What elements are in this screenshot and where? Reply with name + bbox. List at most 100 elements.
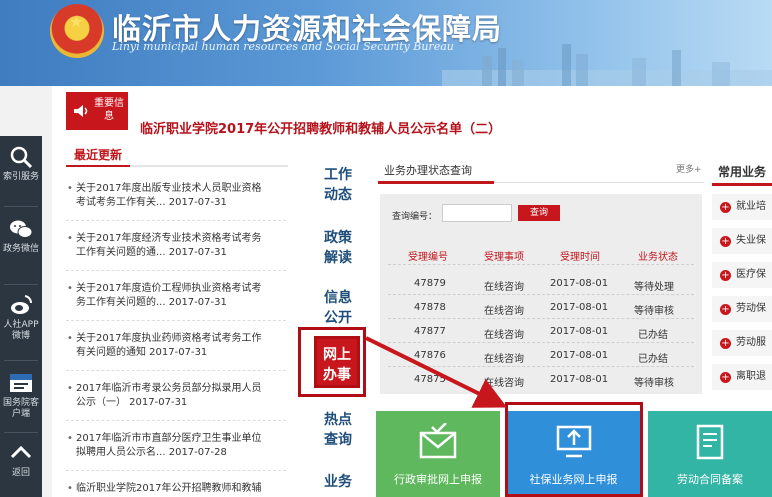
news-line: 2017年临沂市考录公务员部分拟录用人员 bbox=[76, 383, 262, 394]
sidebar-item-back[interactable]: 返回 bbox=[0, 434, 42, 497]
divider bbox=[388, 318, 694, 319]
category-disclosure[interactable]: 信息公开 bbox=[310, 288, 366, 328]
table-cell: 2017-08-01 bbox=[550, 278, 609, 289]
important-notice-badge[interactable]: 重要信息 bbox=[66, 92, 128, 130]
weibo-icon bbox=[11, 295, 33, 314]
list-item[interactable]: 关于2017年度出版专业技术人员职业资格 考试考务工作有关... 2017-07… bbox=[66, 182, 286, 210]
list-item[interactable]: 临沂职业学院2017年公开招聘教师和教辅 bbox=[66, 482, 286, 496]
table-cell: 在线咨询 bbox=[484, 330, 524, 341]
query-button[interactable]: 查询 bbox=[518, 205, 560, 221]
divider bbox=[66, 220, 286, 221]
news-line: 拟聘用人员公示名... 2017-07-28 bbox=[76, 447, 227, 458]
column-header: 业务状态 bbox=[638, 252, 678, 263]
column-header: 受理时间 bbox=[560, 252, 600, 263]
list-item[interactable]: 关于2017年度执业药师资格考试考务工作 有关问题的通知 2017-07-31 bbox=[66, 332, 286, 360]
divider bbox=[388, 366, 694, 367]
list-item[interactable]: 2017年临沂市市直部分医疗卫生事业单位 拟聘用人员公示名... 2017-07… bbox=[66, 432, 286, 460]
sidebar-item-label: 索引服务 bbox=[2, 172, 39, 182]
plus-icon: + bbox=[720, 372, 731, 383]
category-label: 业务 bbox=[324, 474, 352, 490]
table-cell: 47878 bbox=[414, 302, 446, 313]
plus-icon: + bbox=[720, 304, 731, 315]
divider bbox=[4, 206, 38, 207]
sidebar-item-weibo[interactable]: 人社APP微博 bbox=[0, 286, 42, 350]
table-cell: 2017-08-01 bbox=[550, 302, 609, 313]
category-label: 工作动态 bbox=[324, 167, 352, 203]
table-cell: 在线咨询 bbox=[484, 378, 524, 389]
service-link[interactable]: + 失业保 bbox=[712, 228, 772, 254]
service-link[interactable]: + 医疗保 bbox=[712, 262, 772, 288]
service-label: 医疗保 bbox=[736, 269, 766, 280]
page-root: ★ 临沂市人力资源和社会保障局 Linyi municipal human re… bbox=[0, 0, 772, 497]
table-cell: 47877 bbox=[414, 326, 446, 337]
divider bbox=[4, 360, 38, 361]
list-item[interactable]: 2017年临沂市考录公务员部分拟录用人员 公示（一） 2017-07-31 bbox=[66, 382, 286, 410]
national-emblem-icon: ★ bbox=[50, 4, 104, 58]
tile-label: 劳动合同备案 bbox=[677, 473, 743, 486]
news-line: 务工作有关问题的... 2017-07-31 bbox=[76, 297, 227, 308]
notice-badge-label: 重要信息 bbox=[94, 98, 124, 122]
plus-icon: + bbox=[720, 338, 731, 349]
tile-labor-contract[interactable]: 劳动合同备案 bbox=[648, 411, 772, 497]
category-policy[interactable]: 政策解读 bbox=[310, 228, 366, 268]
news-line: 关于2017年度造价工程师执业资格考试考 bbox=[76, 283, 262, 294]
table-cell: 47876 bbox=[414, 350, 446, 361]
chevron-up-icon bbox=[10, 445, 32, 459]
plus-icon: + bbox=[720, 202, 731, 213]
wechat-icon bbox=[10, 220, 33, 238]
news-line: 公示（一） 2017-07-31 bbox=[76, 397, 188, 408]
sidebar-item-label: 人社APP微博 bbox=[3, 320, 39, 341]
plus-icon: + bbox=[720, 270, 731, 281]
table-cell: 在线咨询 bbox=[484, 282, 524, 293]
news-line: 临沂职业学院2017年公开招聘教师和教辅 bbox=[76, 483, 262, 494]
notice-headline-link[interactable]: 临沂职业学院2017年公开招聘教师和教辅人员公示名单（二） bbox=[140, 118, 501, 137]
service-link[interactable]: + 就业培 bbox=[712, 194, 772, 220]
table-cell: 已办结 bbox=[638, 330, 668, 341]
tile-admin-approval[interactable]: 行政审批网上申报 bbox=[376, 411, 500, 497]
speaker-icon bbox=[74, 105, 88, 117]
state-council-icon bbox=[10, 374, 32, 392]
left-sidebar: 索引服务 政务微信 人社APP微博 国务院客户端 返回 bbox=[0, 136, 42, 497]
service-label: 就业培 bbox=[736, 201, 766, 212]
service-label: 离职退 bbox=[736, 371, 766, 382]
list-item[interactable]: 关于2017年度造价工程师执业资格考试考 务工作有关问题的... 2017-07… bbox=[66, 282, 286, 310]
highlight-box bbox=[505, 402, 643, 497]
category-label: 政策解读 bbox=[324, 230, 352, 266]
table-cell: 已办结 bbox=[638, 354, 668, 365]
sidebar-item-index[interactable]: 索引服务 bbox=[0, 138, 42, 202]
divider bbox=[66, 270, 286, 271]
divider bbox=[388, 264, 694, 265]
list-item[interactable]: 关于2017年度经济专业技术资格考试考务 工作有关问题的通... 2017-07… bbox=[66, 232, 286, 260]
sidebar-item-wechat[interactable]: 政务微信 bbox=[0, 210, 42, 274]
envelope-check-icon bbox=[419, 423, 457, 459]
service-link[interactable]: + 劳动服 bbox=[712, 330, 772, 356]
highlight-box bbox=[298, 327, 366, 397]
service-label: 劳动保 bbox=[736, 303, 766, 314]
sidebar-item-label: 政务微信 bbox=[2, 244, 39, 254]
divider bbox=[388, 294, 694, 295]
service-label: 失业保 bbox=[736, 235, 766, 246]
service-link[interactable]: + 离职退 bbox=[712, 364, 772, 390]
divider bbox=[66, 420, 286, 421]
site-subtitle: Linyi municipal human resources and Soci… bbox=[112, 40, 454, 53]
table-cell: 在线咨询 bbox=[484, 306, 524, 317]
news-line: 关于2017年度执业药师资格考试考务工作 bbox=[76, 333, 262, 344]
category-business[interactable]: 业务 bbox=[310, 472, 366, 492]
common-services-heading: 常用业务 bbox=[718, 165, 767, 179]
table-cell: 2017-08-01 bbox=[550, 374, 609, 385]
news-line: 关于2017年度出版专业技术人员职业资格 bbox=[76, 183, 262, 194]
news-line: 关于2017年度经济专业技术资格考试考务 bbox=[76, 233, 262, 244]
tab-status-query[interactable]: 业务办理状态查询 bbox=[384, 162, 472, 178]
category-work-news[interactable]: 工作动态 bbox=[310, 165, 366, 205]
table-cell: 等待处理 bbox=[634, 282, 674, 293]
sidebar-item-state-council[interactable]: 国务院客户端 bbox=[0, 364, 42, 428]
divider bbox=[66, 320, 286, 321]
query-number-input[interactable] bbox=[442, 204, 512, 222]
table-cell: 2017-08-01 bbox=[550, 350, 609, 361]
service-label: 劳动服 bbox=[736, 337, 766, 348]
category-hot-query[interactable]: 热点查询 bbox=[310, 410, 366, 450]
service-link[interactable]: + 劳动保 bbox=[712, 296, 772, 322]
sidebar-item-label: 返回 bbox=[11, 468, 30, 478]
recent-updates-heading: 最近更新 bbox=[74, 148, 123, 162]
more-link[interactable]: 更多+ bbox=[676, 162, 702, 175]
